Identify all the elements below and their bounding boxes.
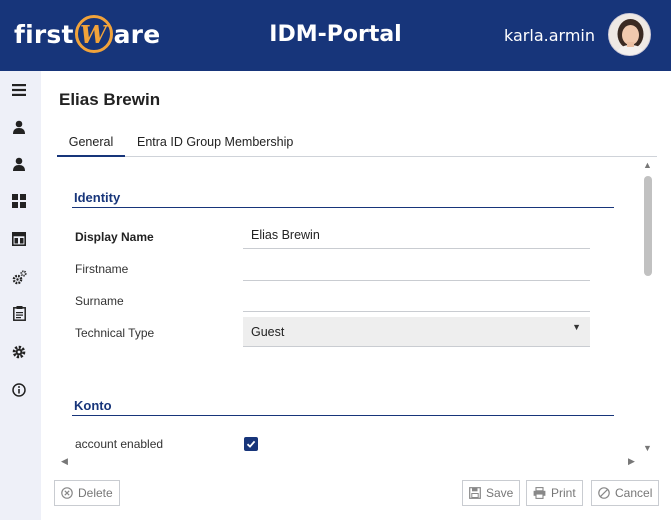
print-button-label: Print (551, 486, 576, 500)
display-name-field[interactable]: Elias Brewin (243, 219, 590, 249)
username-label[interactable]: karla.armin (504, 26, 595, 45)
technical-type-select[interactable]: Guest ▼ (243, 317, 590, 347)
settings-icon (12, 345, 26, 359)
technical-type-label: Technical Type (75, 326, 155, 340)
sidebar-item-settings[interactable] (8, 341, 30, 363)
sidebar-item-clipboard[interactable] (8, 302, 30, 324)
section-title-identity: Identity (74, 190, 121, 205)
scroll-down-icon[interactable]: ▼ (643, 443, 652, 453)
account-enabled-checkbox[interactable] (244, 437, 258, 451)
tab-general[interactable]: General (57, 135, 125, 157)
tab-bar: General Entra ID Group Membership (57, 133, 657, 157)
sidebar-item-gears[interactable] (8, 266, 30, 288)
save-button[interactable]: Save (462, 480, 521, 506)
sidebar-item-user[interactable] (8, 153, 30, 175)
delete-icon (61, 487, 73, 499)
sidebar-item-users[interactable] (8, 116, 30, 138)
surname-label: Surname (75, 294, 124, 308)
scroll-up-icon[interactable]: ▲ (643, 160, 652, 170)
page-title: Elias Brewin (59, 90, 161, 109)
delete-button[interactable]: Delete (54, 480, 120, 506)
firstname-field[interactable] (243, 251, 590, 281)
scroll-left-icon[interactable]: ◀ (61, 456, 68, 467)
scroll-right-icon[interactable]: ▶ (628, 456, 635, 467)
dashboard-icon (12, 194, 26, 208)
user-icon (13, 157, 25, 171)
layout-icon (12, 232, 26, 246)
display-name-label: Display Name (75, 230, 154, 244)
section-divider (72, 207, 614, 208)
gears-icon (12, 269, 27, 284)
surname-field[interactable] (243, 282, 590, 312)
form-scroll-area[interactable]: Identity Display Name Elias Brewin First… (57, 158, 657, 470)
check-icon (246, 440, 256, 448)
info-icon (12, 383, 26, 397)
user-icon (13, 120, 25, 134)
avatar-icon (609, 14, 650, 55)
section-divider (72, 415, 614, 416)
print-icon (533, 487, 546, 499)
avatar[interactable] (608, 13, 651, 56)
save-button-label: Save (486, 486, 514, 500)
cancel-button-label: Cancel (615, 486, 653, 500)
sidebar (0, 71, 41, 520)
print-button[interactable]: Print (526, 480, 583, 506)
save-icon (469, 487, 481, 499)
sidebar-item-dashboard[interactable] (8, 190, 30, 212)
app-header: first Ware IDM-Portal karla.armin (0, 0, 671, 71)
sidebar-item-menu[interactable] (8, 79, 30, 101)
cancel-button[interactable]: Cancel (591, 480, 660, 506)
chevron-down-icon: ▼ (572, 322, 581, 332)
delete-button-label: Delete (78, 486, 113, 500)
menu-icon (12, 84, 26, 96)
sidebar-item-layout[interactable] (8, 228, 30, 250)
account-enabled-label: account enabled (75, 437, 164, 451)
tab-entra-id-group-membership[interactable]: Entra ID Group Membership (137, 135, 293, 149)
section-title-konto: Konto (74, 398, 112, 413)
technical-type-value: Guest (251, 325, 285, 339)
vertical-scroll-thumb[interactable] (644, 176, 652, 276)
firstname-label: Firstname (75, 262, 129, 276)
cancel-icon (598, 487, 610, 499)
clipboard-icon (12, 305, 26, 321)
sidebar-item-info[interactable] (8, 379, 30, 401)
